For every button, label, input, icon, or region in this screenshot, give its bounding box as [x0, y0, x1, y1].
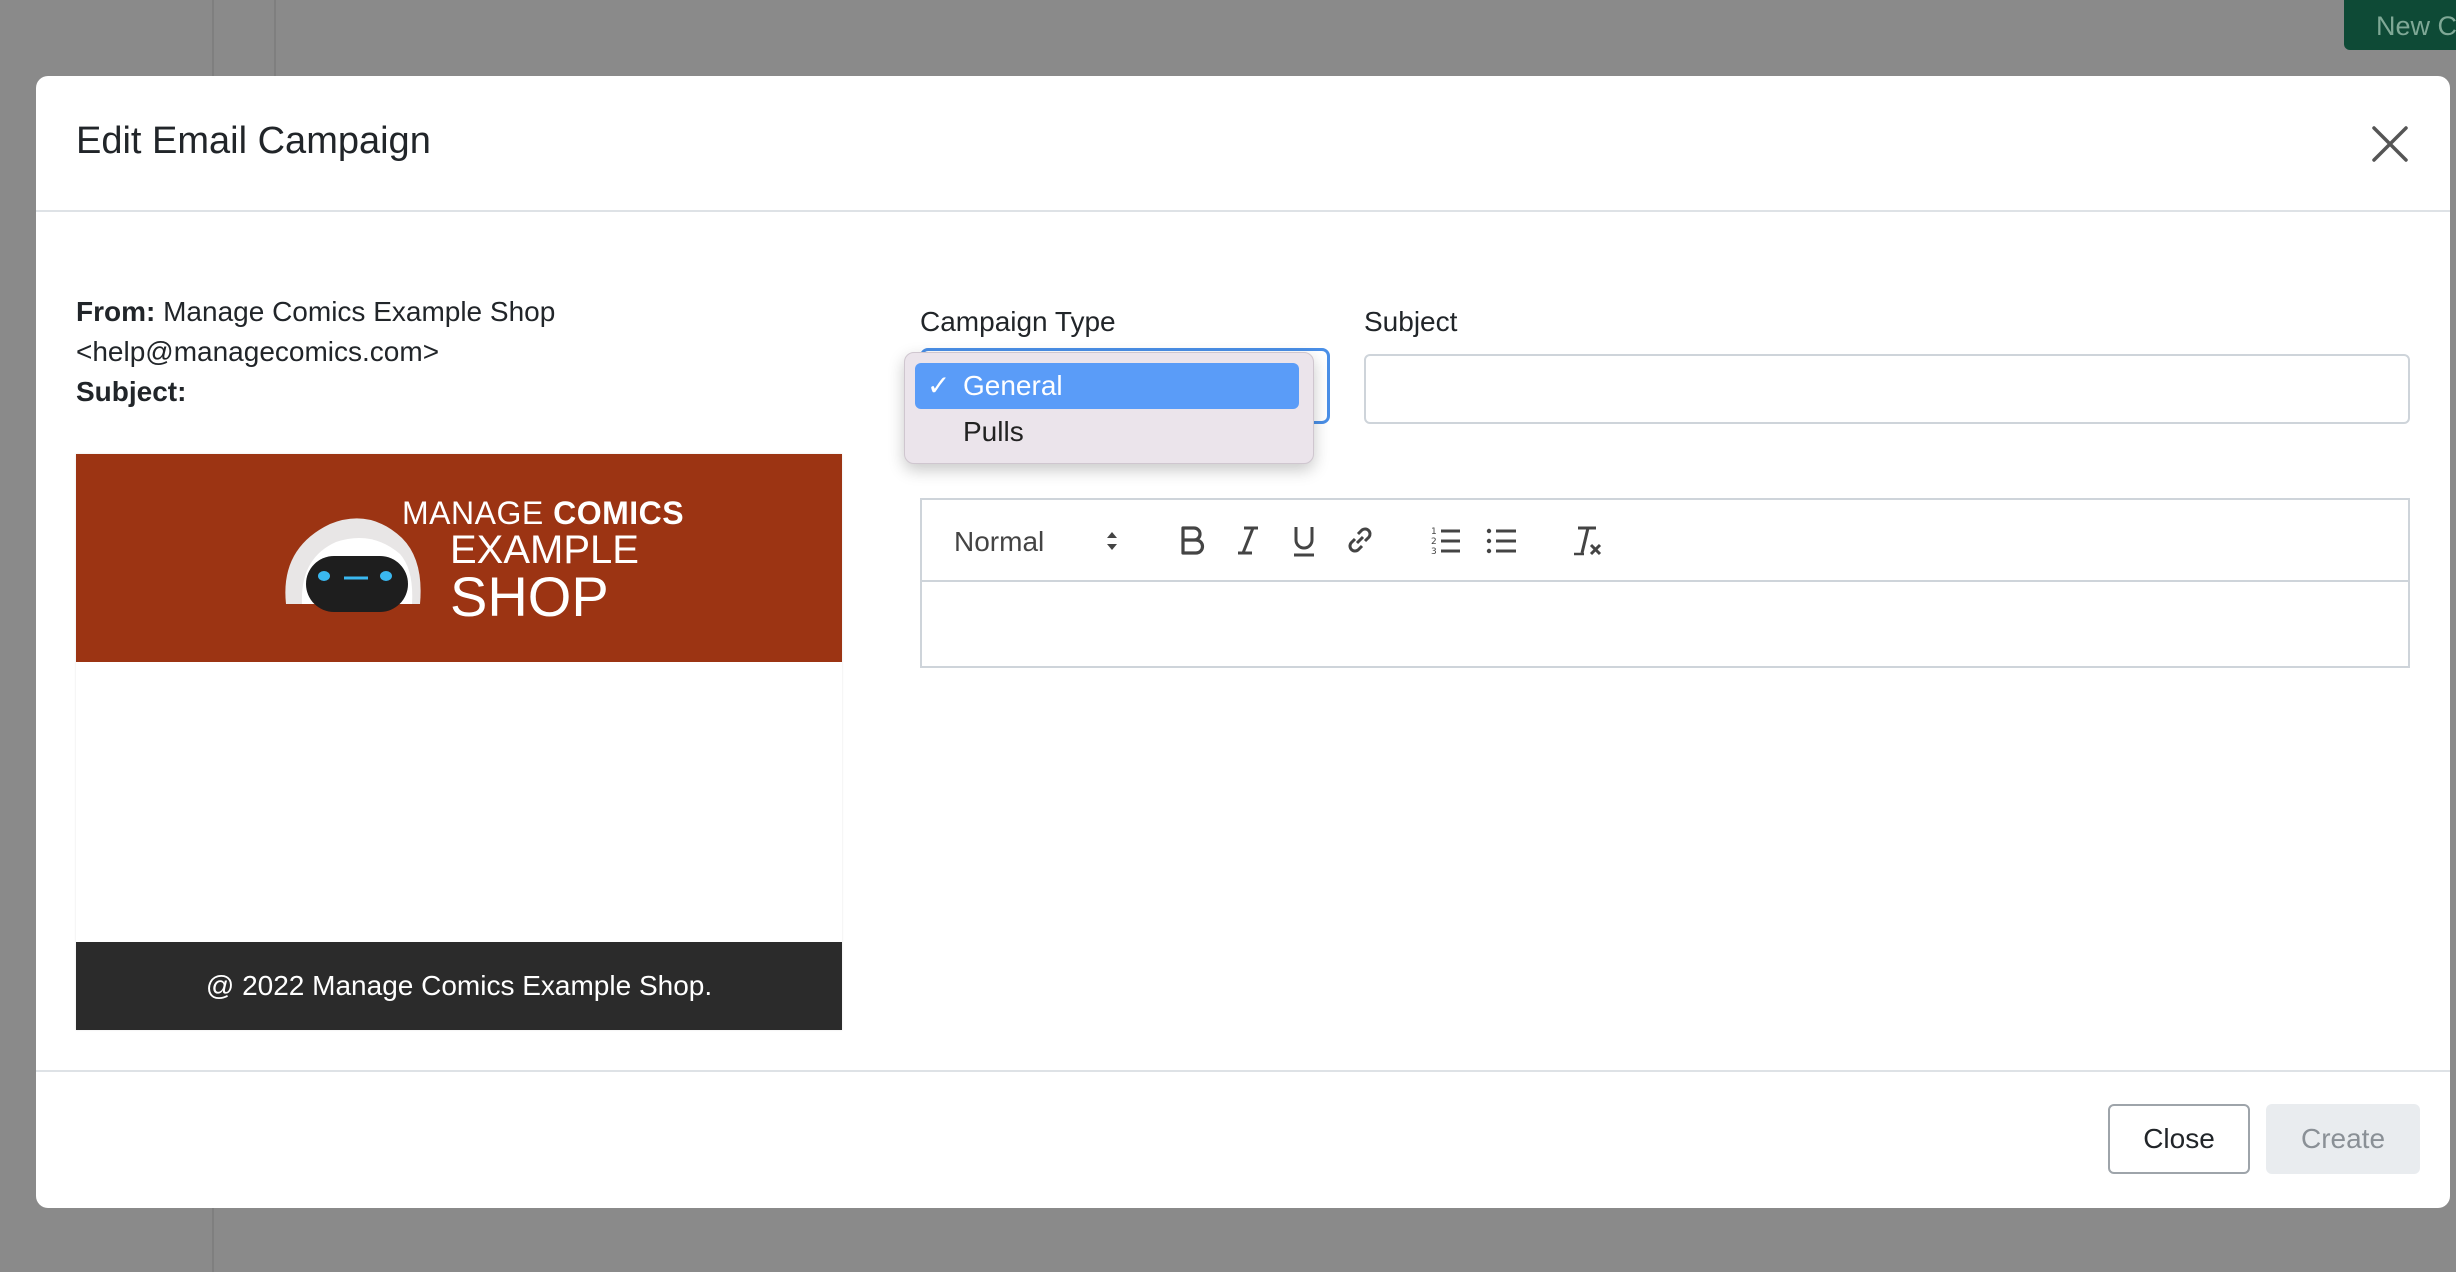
- edit-campaign-modal: Edit Email Campaign From: Manage Comics …: [36, 76, 2450, 1208]
- close-icon[interactable]: [2366, 120, 2414, 168]
- underline-icon[interactable]: [1286, 520, 1322, 560]
- modal-title: Edit Email Campaign: [76, 120, 431, 162]
- subject-field-label: Subject: [1364, 306, 1458, 337]
- option-label: Pulls: [963, 416, 1024, 447]
- from-line: From: Manage Comics Example Shop <help@m…: [76, 292, 616, 372]
- modal-header: Edit Email Campaign: [36, 76, 2450, 212]
- bullet-list-icon[interactable]: [1484, 520, 1520, 560]
- new-campaign-button: New C: [2344, 0, 2456, 50]
- option-label: General: [963, 370, 1063, 401]
- checkmark-icon: ✓: [927, 370, 951, 401]
- shop-logo-text: MANAGE COMICS EXAMPLE SHOP: [402, 495, 685, 628]
- modal-footer: Close Create: [36, 1070, 2450, 1208]
- svg-text:1: 1: [1431, 527, 1437, 537]
- email-preview: MANAGE COMICS EXAMPLE SHOP @ 2022 Manage…: [76, 454, 842, 1030]
- subject-input[interactable]: [1364, 354, 2410, 424]
- subject-label: Subject:: [76, 376, 187, 407]
- svg-text:3: 3: [1431, 547, 1437, 557]
- logo-example: EXAMPLE: [450, 528, 639, 572]
- email-body-preview: [76, 662, 842, 942]
- select-arrows-icon: [1104, 526, 1120, 567]
- heading-format-select[interactable]: Normal: [954, 522, 1134, 562]
- campaign-type-option-pulls[interactable]: Pulls: [915, 409, 1299, 455]
- background-divider: [274, 0, 276, 76]
- italic-icon[interactable]: [1230, 520, 1266, 560]
- logo-shop: SHOP: [450, 565, 609, 628]
- close-button[interactable]: Close: [2108, 1104, 2250, 1174]
- ordered-list-icon[interactable]: 123: [1428, 520, 1464, 560]
- svg-text:2: 2: [1431, 537, 1437, 547]
- editor-toolbar: Normal 123: [922, 500, 2408, 582]
- link-icon[interactable]: [1342, 520, 1378, 560]
- heading-format-value: Normal: [954, 526, 1045, 557]
- campaign-type-dropdown: ✓ General Pulls: [904, 352, 1314, 464]
- subject-line: Subject:: [76, 372, 616, 412]
- create-button[interactable]: Create: [2266, 1104, 2420, 1174]
- logo-comics: COMICS: [553, 495, 685, 531]
- editor-content[interactable]: [922, 582, 2408, 666]
- campaign-type-label: Campaign Type: [920, 306, 1116, 337]
- email-meta: From: Manage Comics Example Shop <help@m…: [76, 292, 616, 412]
- rich-text-editor: Normal 123: [920, 498, 2410, 668]
- email-footer: @ 2022 Manage Comics Example Shop.: [76, 942, 842, 1030]
- bold-icon[interactable]: [1174, 520, 1210, 560]
- clear-format-icon[interactable]: [1570, 520, 1606, 560]
- campaign-type-option-general[interactable]: ✓ General: [915, 363, 1299, 409]
- logo-manage: MANAGE: [402, 495, 554, 531]
- email-banner: MANAGE COMICS EXAMPLE SHOP: [76, 454, 842, 662]
- from-label: From:: [76, 296, 156, 327]
